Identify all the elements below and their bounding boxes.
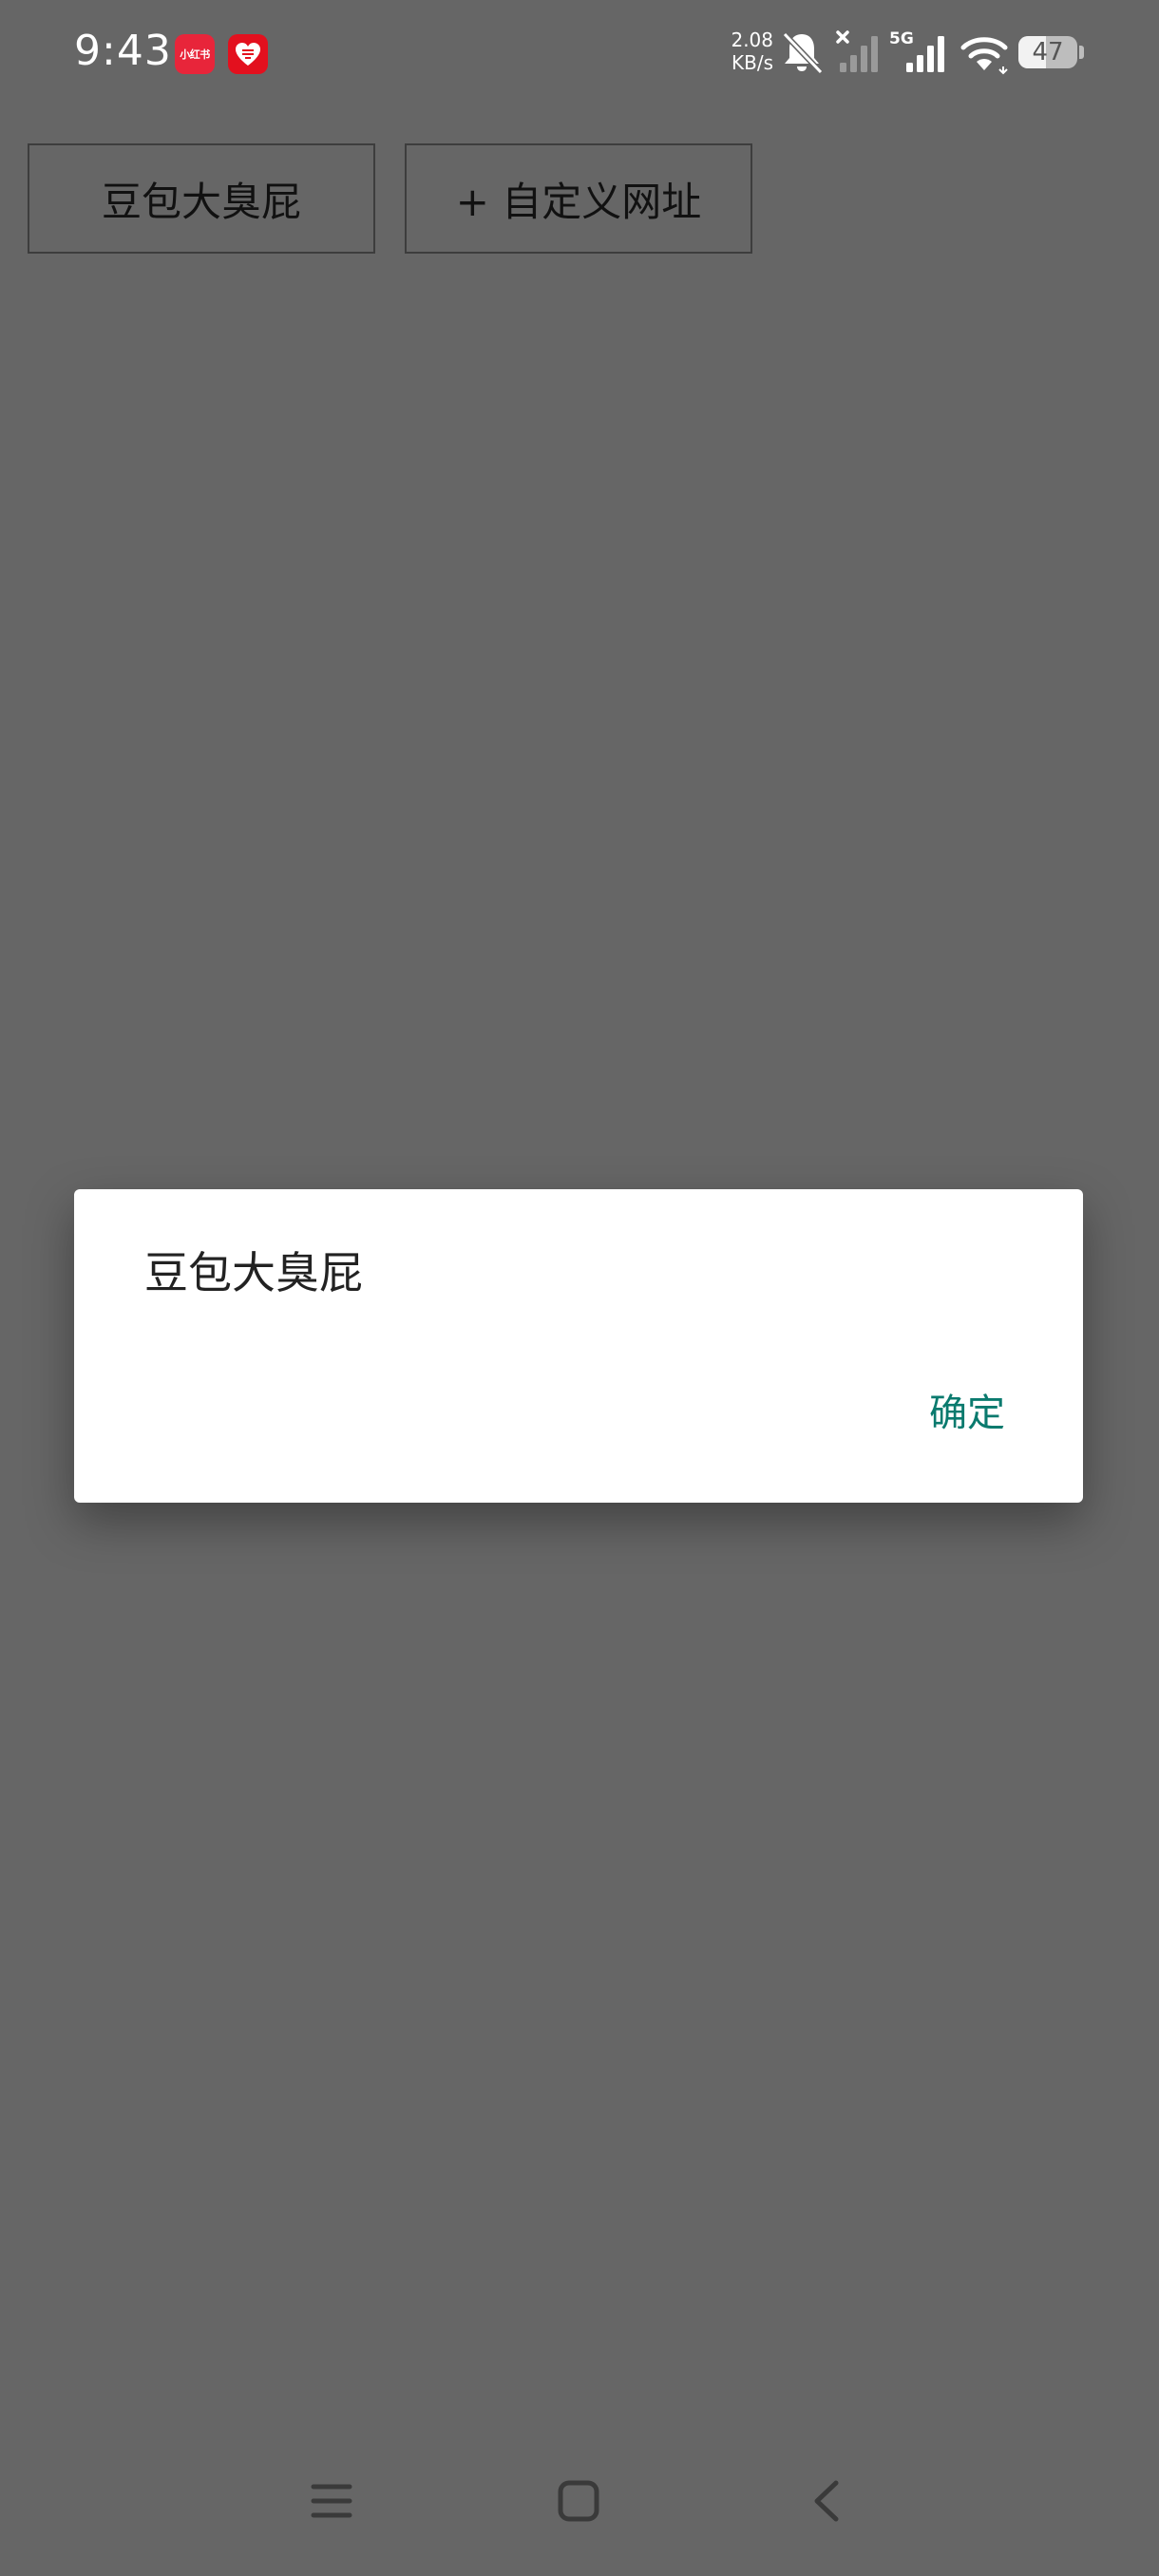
back-icon[interactable] <box>806 2479 849 2523</box>
status-bar: 9:43 小红书 2.08 KB/s 5G 47 <box>0 0 1159 104</box>
battery-tip <box>1079 46 1084 59</box>
network-speed-value: 2.08 <box>731 28 773 51</box>
signal-no-service-icon <box>836 30 878 72</box>
battery-level: 47 <box>1032 38 1064 66</box>
bell-mute-icon <box>782 31 824 75</box>
heart-app-icon <box>228 34 268 74</box>
add-custom-url-button-label: + 自定义网址 <box>455 178 702 225</box>
home-icon[interactable] <box>557 2479 600 2523</box>
wifi-icon <box>960 37 1008 75</box>
signal-5g-icon: 5G <box>889 29 944 72</box>
navigation-bar <box>0 2451 1159 2557</box>
network-speed-unit: KB/s <box>732 51 773 74</box>
heart-glyph-icon <box>236 43 260 66</box>
battery-icon: 47 <box>1018 36 1077 68</box>
dialog-message: 豆包大臭屁 <box>144 1247 363 1298</box>
xiaohongshu-badge-text: 小红书 <box>180 48 210 61</box>
status-time: 9:43 <box>74 27 172 75</box>
doubao-button-label: 豆包大臭屁 <box>101 178 301 225</box>
dialog-ok-button[interactable]: 确定 <box>925 1387 1009 1440</box>
menu-icon[interactable] <box>310 2479 353 2523</box>
doubao-button[interactable]: 豆包大臭屁 <box>28 143 375 254</box>
network-speed: 2.08 KB/s <box>714 28 773 74</box>
alert-dialog: 豆包大臭屁 确定 <box>74 1189 1083 1503</box>
xiaohongshu-app-icon: 小红书 <box>175 34 215 74</box>
add-custom-url-button[interactable]: + 自定义网址 <box>405 143 752 254</box>
network-type-label: 5G <box>889 29 914 48</box>
